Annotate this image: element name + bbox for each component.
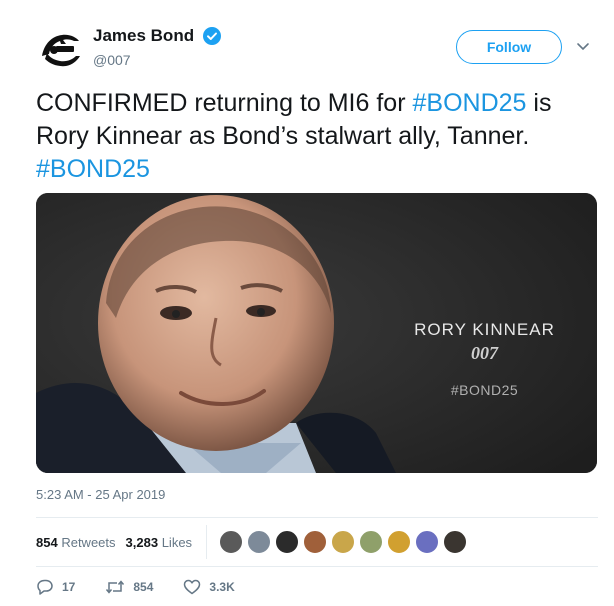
bond-gun-logo-icon[interactable]	[36, 26, 84, 74]
tweet-timestamp[interactable]: 5:23 AM - 25 Apr 2019	[36, 487, 165, 502]
bond-007-logo: 007	[471, 343, 498, 363]
like-button[interactable]: 3.3K	[183, 578, 235, 596]
follow-button[interactable]: Follow	[456, 30, 562, 64]
retweets-label: Retweets	[61, 534, 116, 550]
tweet-text: CONFIRMED returning to MI6 for #BOND25 i…	[36, 87, 596, 186]
author-block: James Bond @007	[93, 26, 221, 68]
liker-avatar[interactable]	[275, 530, 300, 554]
reply-button[interactable]: 17	[36, 578, 75, 596]
likes-label: Likes	[161, 534, 193, 550]
tweet-text-part1: CONFIRMED returning to MI6 for	[36, 89, 413, 117]
liker-avatar[interactable]	[247, 530, 272, 554]
liker-avatar[interactable]	[387, 530, 412, 554]
chevron-down-icon[interactable]	[575, 38, 591, 54]
heart-icon	[184, 579, 201, 595]
liker-avatar[interactable]	[359, 530, 384, 554]
retweet-icon	[106, 580, 125, 594]
media-hashtag: #BOND25	[450, 382, 519, 398]
divider	[36, 517, 598, 518]
engagement-stats: 854 Retweets 3,283 Likes	[36, 525, 471, 559]
retweets-stat[interactable]: 854 Retweets	[36, 535, 116, 550]
media-caption: RORY KINNEAR 007 #BOND25	[372, 193, 597, 473]
media-title: RORY KINNEAR	[414, 320, 555, 339]
likes-count: 3,283	[125, 534, 159, 550]
reply-icon	[37, 579, 53, 595]
retweet-count: 854	[133, 580, 154, 594]
retweets-count: 854	[36, 534, 58, 550]
liker-avatar[interactable]	[331, 530, 356, 554]
hashtag-link[interactable]: #BOND25	[36, 155, 150, 183]
hashtag-link[interactable]: #BOND25	[412, 89, 526, 117]
reply-count: 17	[62, 580, 76, 594]
author-display-name[interactable]: James Bond	[93, 26, 194, 46]
liker-avatar[interactable]	[303, 530, 328, 554]
stats-separator	[206, 525, 208, 559]
liker-avatar[interactable]	[219, 530, 244, 554]
author-handle[interactable]: @007	[93, 52, 221, 68]
verified-badge-icon	[202, 27, 221, 45]
liker-avatar[interactable]	[415, 530, 440, 554]
likes-stat[interactable]: 3,283 Likes	[126, 535, 193, 550]
tweet-card: James Bond @007 Follow CONFIRMED returni…	[0, 0, 614, 606]
tweet-actions: 17 854 3.3K	[36, 578, 265, 596]
tweet-media-image[interactable]: RORY KINNEAR 007 #BOND25	[36, 193, 597, 473]
retweet-button[interactable]: 854	[105, 578, 153, 596]
liker-avatar[interactable]	[443, 530, 468, 554]
divider	[36, 566, 598, 567]
liker-avatars	[219, 530, 471, 554]
like-count: 3.3K	[209, 580, 235, 594]
